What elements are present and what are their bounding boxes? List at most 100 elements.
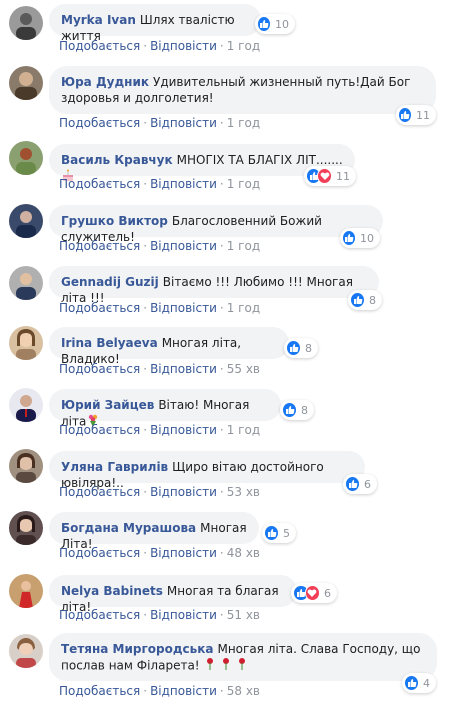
reply-link[interactable]: Відповісти — [150, 546, 217, 560]
commenter-name[interactable]: Юра Дудник — [61, 75, 149, 89]
reply-link[interactable]: Відповісти — [150, 39, 217, 53]
commenter-name[interactable]: Грушко Виктор — [61, 214, 168, 228]
comment-timestamp[interactable]: 58 хв — [227, 684, 260, 698]
separator: · — [143, 423, 148, 437]
separator: · — [219, 116, 224, 130]
commenter-name[interactable]: Irina Belyaeva — [61, 336, 158, 350]
reaction-summary[interactable]: 8 — [348, 290, 382, 310]
avatar[interactable] — [9, 266, 43, 300]
avatar[interactable] — [9, 141, 43, 175]
comment-bubble: Богдана Мурашова Многая Літа! — [49, 512, 259, 551]
avatar[interactable] — [9, 449, 43, 483]
reply-link[interactable]: Відповісти — [150, 485, 217, 499]
reaction-summary[interactable]: 6 — [343, 474, 377, 494]
reply-link[interactable]: Відповісти — [150, 608, 217, 622]
reaction-count: 5 — [283, 526, 290, 540]
reaction-count: 10 — [360, 231, 374, 245]
reply-link[interactable]: Відповісти — [150, 177, 217, 191]
commenter-name[interactable]: Богдана Мурашова — [61, 521, 196, 535]
separator: · — [143, 362, 148, 376]
avatar[interactable] — [9, 204, 43, 238]
like-link[interactable]: Подобається — [59, 684, 140, 698]
comment-actions: Подобається · Відповісти · 1 год — [59, 238, 260, 254]
separator: · — [143, 177, 148, 191]
reaction-count: 4 — [423, 676, 430, 690]
comment-bubble: Юрий Зайцев Вітаю! Многая літа — [49, 389, 281, 429]
separator: · — [143, 485, 148, 499]
comment-timestamp[interactable]: 1 год — [227, 116, 260, 130]
reply-link[interactable]: Відповісти — [150, 362, 217, 376]
comment-actions: Подобається · Відповісти · 55 хв — [59, 361, 260, 377]
like-reaction-icon — [286, 340, 301, 356]
comment-bubble: Myrka Ivan Шлях твалістю життя — [49, 4, 261, 43]
reaction-summary[interactable]: 11 — [396, 105, 436, 125]
like-link[interactable]: Подобається — [59, 177, 140, 191]
reaction-summary[interactable]: 8 — [280, 400, 314, 420]
commenter-name[interactable]: Gennadij Guzij — [61, 275, 159, 289]
comment-actions: Подобається · Відповісти · 53 хв — [59, 484, 260, 500]
like-link[interactable]: Подобається — [59, 362, 140, 376]
commenter-name[interactable]: Юрий Зайцев — [61, 398, 154, 412]
reply-link[interactable]: Відповісти — [150, 116, 217, 130]
like-link[interactable]: Подобається — [59, 116, 140, 130]
reaction-summary[interactable]: 10 — [255, 14, 295, 34]
reaction-summary[interactable]: 5 — [262, 523, 296, 543]
separator: · — [143, 116, 148, 130]
separator: · — [143, 301, 148, 315]
comment-timestamp[interactable]: 1 год — [227, 177, 260, 191]
comment-timestamp[interactable]: 1 год — [227, 239, 260, 253]
reaction-count: 8 — [305, 341, 312, 355]
reply-link[interactable]: Відповісти — [150, 684, 217, 698]
avatar[interactable] — [9, 634, 43, 668]
avatar[interactable] — [9, 511, 43, 545]
commenter-name[interactable]: Василь Кравчук — [61, 153, 173, 167]
reaction-summary[interactable]: 6 — [291, 583, 337, 603]
like-link[interactable]: Подобається — [59, 239, 140, 253]
reaction-summary[interactable]: 4 — [402, 673, 436, 693]
commenter-name[interactable]: Уляна Гаврилів — [61, 460, 168, 474]
reaction-count: 11 — [416, 108, 430, 122]
commenter-name[interactable]: Nelya Babinets — [61, 584, 163, 598]
like-link[interactable]: Подобається — [59, 423, 140, 437]
like-reaction-icon — [257, 16, 271, 32]
reply-link[interactable]: Відповісти — [150, 239, 217, 253]
reaction-summary[interactable]: 8 — [284, 338, 318, 358]
like-reaction-icon — [404, 675, 419, 691]
commenter-name[interactable]: Myrka Ivan — [61, 13, 136, 27]
commenter-name[interactable]: Тетяна Миргородська — [61, 642, 213, 656]
separator: · — [219, 39, 224, 53]
comment-actions: Подобається · Відповісти · 1 год — [59, 38, 260, 54]
comment-timestamp[interactable]: 53 хв — [227, 485, 260, 499]
avatar[interactable] — [9, 388, 43, 422]
comment-timestamp[interactable]: 51 хв — [227, 608, 260, 622]
avatar[interactable] — [9, 326, 43, 360]
avatar[interactable] — [9, 574, 43, 608]
reaction-summary[interactable]: 10 — [340, 228, 380, 248]
separator: · — [219, 239, 224, 253]
reply-link[interactable]: Відповісти — [150, 423, 217, 437]
separator: · — [219, 362, 224, 376]
reaction-summary[interactable]: 11 — [304, 166, 356, 186]
comment-timestamp[interactable]: 1 год — [227, 39, 260, 53]
like-link[interactable]: Подобається — [59, 485, 140, 499]
comment-timestamp[interactable]: 1 год — [227, 301, 260, 315]
love-reaction-icon — [304, 585, 320, 601]
like-link[interactable]: Подобається — [59, 608, 140, 622]
roses-emoji-icon — [203, 657, 253, 675]
comment-timestamp[interactable]: 1 год — [227, 423, 260, 437]
comment-bubble: Грушко Виктор Благословенний Божий служит… — [49, 205, 383, 244]
like-link[interactable]: Подобається — [59, 39, 140, 53]
comment-timestamp[interactable]: 55 хв — [227, 362, 260, 376]
comment-bubble: Юра Дудник Удивительный жизненный путь!Да… — [49, 66, 436, 114]
reply-link[interactable]: Відповісти — [150, 301, 217, 315]
avatar[interactable] — [9, 6, 43, 40]
reaction-count: 11 — [336, 169, 350, 183]
comment-timestamp[interactable]: 48 хв — [227, 546, 260, 560]
avatar[interactable] — [9, 66, 43, 100]
comment-actions: Подобається · Відповісти · 51 хв — [59, 607, 260, 623]
comment-actions: Подобається · Відповісти · 48 хв — [59, 545, 260, 561]
like-link[interactable]: Подобається — [59, 546, 140, 560]
comment-actions: Подобається · Відповісти · 1 год — [59, 176, 260, 192]
reaction-count: 10 — [275, 17, 289, 31]
like-link[interactable]: Подобається — [59, 301, 140, 315]
